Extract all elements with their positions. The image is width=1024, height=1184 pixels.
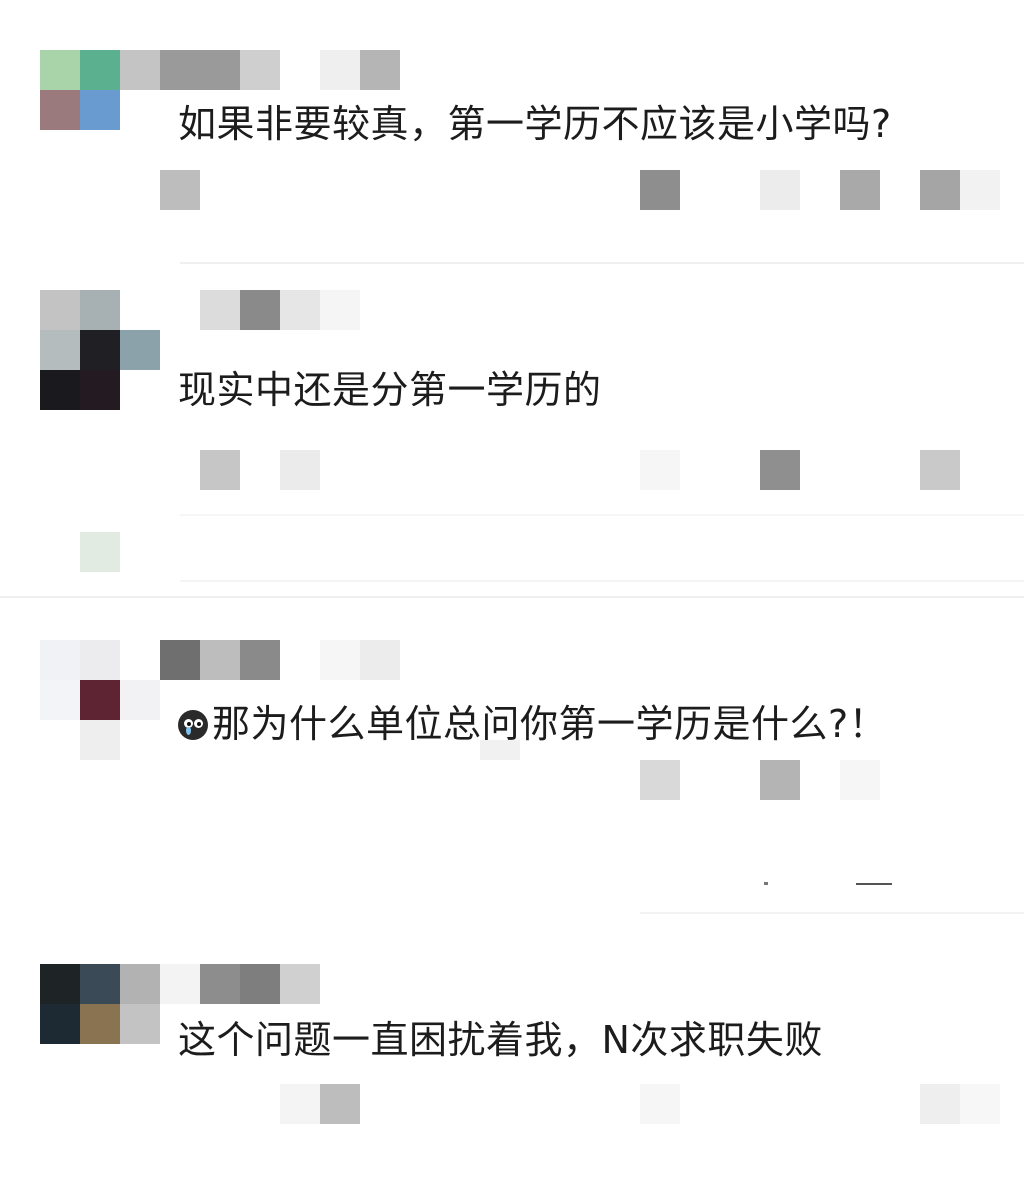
cry-face-icon bbox=[178, 710, 208, 740]
comment-item: 这个问题一直困扰着我，N次求职失败 bbox=[0, 920, 1024, 1184]
comment-text: 现实中还是分第一学历的 bbox=[178, 368, 602, 412]
collapse-line-icon[interactable] bbox=[856, 883, 892, 885]
divider bbox=[640, 912, 1024, 914]
divider bbox=[0, 596, 1024, 598]
dot bbox=[764, 882, 768, 885]
comment-text-row: 那为什么单位总问你第一学历是什么?！ bbox=[178, 700, 887, 748]
comment-item: 那为什么单位总问你第一学历是什么?！ bbox=[0, 620, 1024, 920]
divider bbox=[180, 262, 1024, 264]
comment-text: 那为什么单位总问你第一学历是什么?！ bbox=[212, 702, 888, 746]
divider bbox=[180, 580, 1024, 582]
comment-text: 这个问题一直困扰着我，N次求职失败 bbox=[178, 1018, 823, 1062]
comment-text: 如果非要较真，第一学历不应该是小学吗? bbox=[178, 102, 892, 146]
comment-item: 现实中还是分第一学历的 bbox=[0, 270, 1024, 620]
comment-item: 如果非要较真，第一学历不应该是小学吗? bbox=[0, 0, 1024, 270]
divider bbox=[180, 514, 1024, 516]
